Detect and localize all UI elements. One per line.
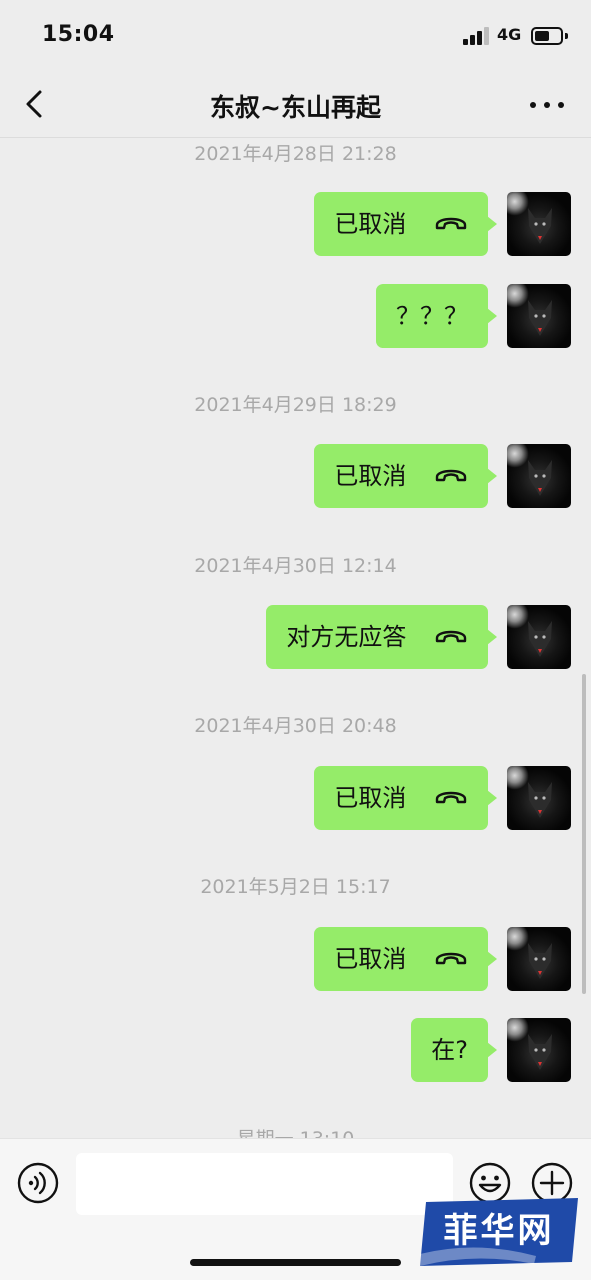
timestamp: 2021年4月28日 21:28 [194, 143, 397, 165]
message-bubble[interactable]: 已取消 [314, 192, 497, 256]
timestamp: 2021年4月29日 18:29 [194, 394, 397, 416]
message-input[interactable] [76, 1153, 453, 1215]
avatar[interactable] [507, 284, 571, 348]
avatar[interactable] [507, 192, 571, 256]
message-text: 已取消 [334, 210, 407, 238]
call-ended-icon [435, 630, 467, 643]
message-bubble[interactable]: 在? [411, 1018, 497, 1082]
call-ended-icon [435, 217, 467, 230]
avatar[interactable] [507, 927, 571, 991]
message-bubble[interactable]: 已取消 [314, 927, 497, 991]
message-text: ？？？ [396, 302, 468, 330]
signal-strength-icon [463, 27, 491, 45]
message-bubble[interactable]: 已取消 [314, 444, 497, 508]
avatar[interactable] [507, 766, 571, 830]
call-ended-icon [435, 952, 467, 965]
scroll-indicator[interactable] [582, 674, 586, 994]
chat-title: 东叔~东山再起 [210, 93, 381, 122]
battery-icon [531, 27, 563, 45]
watermark-text: 菲华网 [443, 1211, 555, 1251]
home-indicator[interactable] [190, 1259, 401, 1266]
message-bubble[interactable]: 对方无应答 [266, 605, 497, 669]
chat-header: 东叔~东山再起 [0, 70, 591, 138]
timestamp: 2021年5月2日 15:17 [200, 876, 391, 898]
status-time: 15:04 [42, 22, 115, 47]
message-text: 已取消 [334, 462, 407, 490]
message-bubble[interactable]: 已取消 [314, 766, 497, 830]
message-text: 已取消 [334, 945, 407, 973]
battery-nub [565, 33, 568, 39]
call-ended-icon [435, 469, 467, 482]
avatar[interactable] [507, 605, 571, 669]
call-ended-icon [435, 791, 467, 804]
network-type: 4G [497, 25, 522, 44]
timestamp: 星期一 13:10 [0, 1124, 591, 1138]
message-text: 对方无应答 [286, 623, 407, 651]
message-list[interactable]: 2021年4月28日 21:28 已取消 ？？？ 2021年4月29日 18:2… [0, 139, 591, 1138]
message-text: 在? [431, 1036, 468, 1064]
message-text: 已取消 [334, 784, 407, 812]
status-bar: 15:04 4G [0, 0, 591, 70]
timestamp: 2021年4月30日 12:14 [194, 555, 397, 577]
voice-input-icon[interactable] [16, 1161, 60, 1205]
avatar[interactable] [507, 1018, 571, 1082]
more-dots-icon[interactable] [528, 92, 566, 116]
message-bubble[interactable]: ？？？ [376, 284, 497, 348]
watermark-logo: 菲华网 [416, 1196, 582, 1268]
avatar[interactable] [507, 444, 571, 508]
timestamp: 2021年4月30日 20:48 [194, 715, 397, 737]
